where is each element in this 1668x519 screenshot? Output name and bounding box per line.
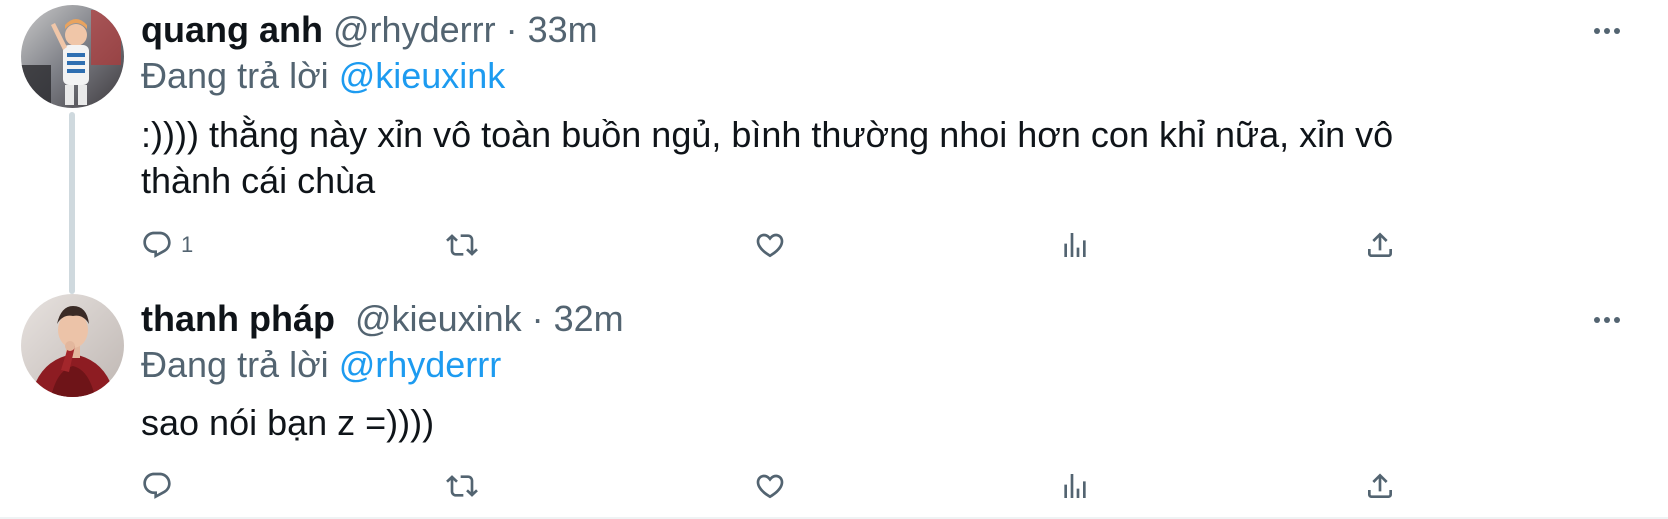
views-button[interactable] — [1059, 225, 1091, 265]
mention-link[interactable]: @rhyderrr — [339, 344, 502, 385]
user-handle[interactable]: @kieuxink — [355, 298, 522, 339]
views-button[interactable] — [1059, 466, 1091, 506]
reply-button[interactable] — [141, 466, 181, 506]
reply-count: 1 — [181, 232, 194, 257]
replying-to: Đang trả lời @kieuxink — [141, 54, 505, 98]
replying-to: Đang trả lời @rhyderrr — [141, 343, 501, 387]
like-icon — [754, 470, 786, 502]
share-icon — [1364, 470, 1396, 502]
share-icon — [1364, 229, 1396, 261]
like-button[interactable] — [754, 225, 786, 265]
tweet-text-line: sao nói bạn z =)))) — [141, 402, 435, 443]
retweet-button[interactable] — [446, 225, 478, 265]
tweet-text: sao nói bạn z =)))) — [141, 400, 1581, 446]
meta-separator: · — [521, 298, 554, 339]
views-icon — [1059, 470, 1091, 502]
thread-line — [69, 112, 75, 294]
tweet-text-line: :)))) thằng này xỉn vô toàn buồn ngủ, bì… — [141, 114, 1394, 155]
retweet-icon — [446, 229, 478, 261]
avatar-quang-anh[interactable] — [21, 5, 124, 108]
more-icon[interactable] — [1592, 23, 1622, 34]
reply-button[interactable]: 1 — [141, 225, 193, 265]
replying-prefix: Đang trả lời — [141, 55, 339, 96]
avatar-thanh-phap[interactable] — [21, 294, 124, 397]
replying-prefix: Đang trả lời — [141, 344, 339, 385]
share-button[interactable] — [1364, 225, 1396, 265]
timestamp[interactable]: 32m — [554, 298, 624, 339]
display-name[interactable]: thanh pháp — [141, 298, 335, 339]
retweet-button[interactable] — [446, 466, 478, 506]
reply-icon — [141, 229, 173, 261]
display-name[interactable]: quang anh — [141, 9, 323, 50]
share-button[interactable] — [1364, 466, 1396, 506]
user-handle[interactable]: @rhyderrr — [333, 9, 496, 50]
more-icon[interactable] — [1592, 312, 1622, 323]
tweet-text-line: thành cái chùa — [141, 160, 376, 201]
tweet-header: quang anh @rhyderrr · 33m — [141, 8, 598, 52]
meta-separator: · — [495, 9, 528, 50]
tweet-text: :)))) thằng này xỉn vô toàn buồn ngủ, bì… — [141, 112, 1581, 204]
action-bar — [0, 466, 1668, 506]
person-avatar-icon — [21, 294, 124, 397]
mention-link[interactable]: @kieuxink — [339, 55, 506, 96]
timestamp[interactable]: 33m — [528, 9, 598, 50]
like-icon — [754, 229, 786, 261]
views-icon — [1059, 229, 1091, 261]
reply-icon — [141, 470, 173, 502]
like-button[interactable] — [754, 466, 786, 506]
tweet-header: thanh pháp @kieuxink · 32m — [141, 297, 624, 341]
person-avatar-icon — [21, 5, 124, 108]
retweet-icon — [446, 470, 478, 502]
action-bar: 1 — [0, 225, 1668, 265]
